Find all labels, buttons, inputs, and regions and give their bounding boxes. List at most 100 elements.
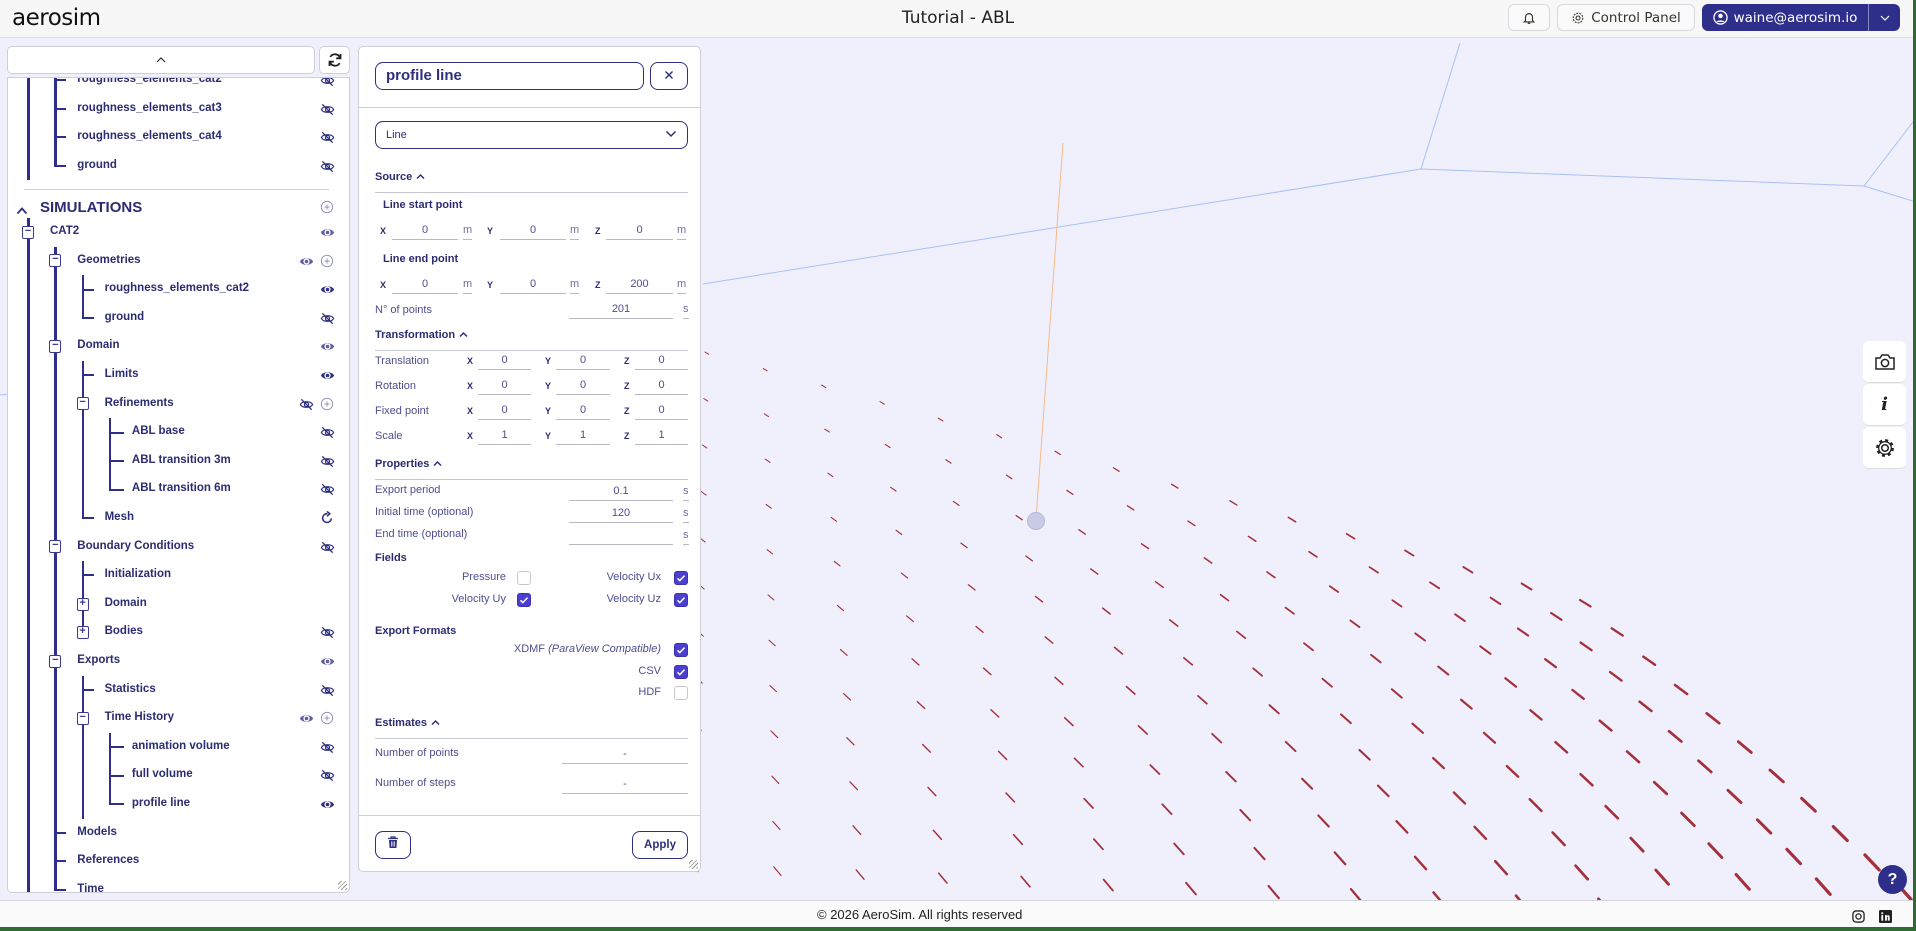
coordinate-input[interactable]: 0: [606, 222, 673, 240]
section-transformation[interactable]: Transformation: [375, 329, 468, 341]
resize-handle[interactable]: [689, 860, 698, 869]
viewport-settings-button[interactable]: [1863, 427, 1906, 469]
user-button[interactable]: waine@aerosim.io: [1702, 4, 1869, 31]
section-properties[interactable]: Properties: [375, 458, 442, 470]
eye-off-icon[interactable]: [320, 311, 335, 326]
tree-item[interactable]: References: [8, 847, 349, 876]
coordinate-input[interactable]: 0: [392, 222, 458, 240]
control-panel-button[interactable]: Control Panel: [1557, 4, 1695, 31]
eye-off-icon[interactable]: [320, 540, 335, 555]
transform-input[interactable]: 0: [635, 402, 688, 420]
eye-off-icon[interactable]: [320, 102, 335, 117]
tree-item[interactable]: roughness_elements_cat4: [8, 123, 349, 152]
eye-off-icon[interactable]: [320, 482, 335, 497]
help-button[interactable]: ?: [1878, 865, 1907, 894]
field-checkbox[interactable]: [674, 571, 688, 585]
field-checkbox[interactable]: [517, 593, 531, 607]
eye-off-icon[interactable]: [320, 425, 335, 440]
notifications-button[interactable]: [1508, 4, 1550, 31]
eye-icon[interactable]: [320, 225, 335, 240]
eye-off-icon[interactable]: [320, 454, 335, 469]
transform-input[interactable]: 0: [635, 377, 688, 395]
section-header-simulations[interactable]: SIMULATIONS: [8, 180, 349, 218]
collapse-toggle[interactable]: −: [76, 711, 89, 725]
collapse-toggle[interactable]: −: [22, 225, 34, 239]
eye-off-icon[interactable]: [320, 768, 335, 783]
eye-off-icon[interactable]: [320, 683, 335, 698]
add-circle-icon[interactable]: [320, 200, 335, 215]
tree-item[interactable]: Models: [8, 818, 349, 848]
transform-input[interactable]: 0: [478, 352, 531, 370]
export-format-checkbox[interactable]: [674, 643, 688, 657]
collapse-toggle[interactable]: −: [49, 254, 62, 268]
transform-input[interactable]: 1: [556, 427, 610, 445]
tree-item[interactable]: roughness_elements_cat2: [8, 275, 349, 304]
collapse-toggle[interactable]: −: [49, 654, 62, 668]
n-points-input[interactable]: 201: [569, 301, 673, 319]
eye-icon[interactable]: [320, 797, 335, 812]
tree-item[interactable]: roughness_elements_cat2: [8, 78, 349, 95]
eye-icon[interactable]: [299, 711, 314, 726]
tree-item[interactable]: − CAT2: [8, 218, 349, 247]
refresh-icon[interactable]: [320, 510, 335, 526]
delete-button[interactable]: [375, 831, 411, 859]
tree-item[interactable]: Limits: [8, 361, 349, 390]
property-input[interactable]: 0.1: [569, 483, 673, 501]
eye-off-icon[interactable]: [320, 740, 335, 755]
section-estimates[interactable]: Estimates: [375, 717, 440, 729]
apply-button[interactable]: Apply: [632, 831, 688, 859]
refresh-tree-button[interactable]: [319, 46, 350, 74]
eye-off-icon[interactable]: [320, 625, 335, 640]
resize-handle[interactable]: [338, 881, 347, 890]
tree-item[interactable]: − Boundary Conditions: [8, 532, 349, 562]
eye-off-icon[interactable]: [320, 130, 335, 145]
tree-item[interactable]: Mesh: [8, 504, 349, 533]
section-source[interactable]: Source: [375, 171, 425, 183]
tree-item[interactable]: Statistics: [8, 675, 349, 705]
field-checkbox[interactable]: [517, 571, 531, 585]
linkedin-icon[interactable]: [1879, 910, 1892, 923]
add-circle-icon[interactable]: [320, 711, 335, 726]
tree-item[interactable]: Time: [8, 875, 349, 892]
tree-item[interactable]: − Exports: [8, 646, 349, 676]
transform-input[interactable]: 0: [556, 402, 610, 420]
tree-item[interactable]: ABL base: [8, 418, 349, 447]
name-input[interactable]: profile line: [375, 62, 644, 90]
field-checkbox[interactable]: [674, 593, 688, 607]
screenshot-button[interactable]: [1863, 341, 1906, 383]
transform-input[interactable]: 1: [478, 427, 531, 445]
tree-item[interactable]: full volume: [8, 761, 349, 790]
expand-toggle[interactable]: +: [76, 626, 89, 640]
transform-input[interactable]: 1: [635, 427, 688, 445]
transform-input[interactable]: 0: [478, 377, 531, 395]
coordinate-input[interactable]: 0: [392, 276, 458, 294]
tree-item[interactable]: + Domain: [8, 589, 349, 619]
tree-item[interactable]: ground: [8, 303, 349, 333]
instagram-icon[interactable]: [1852, 910, 1865, 923]
eye-icon[interactable]: [320, 339, 335, 354]
collapse-toggle[interactable]: −: [76, 397, 89, 411]
tree-item[interactable]: animation volume: [8, 732, 349, 762]
type-select[interactable]: Line: [375, 121, 688, 149]
tree-item[interactable]: − Time History: [8, 704, 349, 733]
coordinate-input[interactable]: 0: [500, 276, 566, 294]
property-input[interactable]: [569, 527, 673, 545]
tree-item[interactable]: + Bodies: [8, 618, 349, 647]
tree-item[interactable]: − Geometries: [8, 246, 349, 276]
eye-icon[interactable]: [320, 654, 335, 669]
tree-collapse-button[interactable]: [7, 46, 315, 74]
user-menu[interactable]: waine@aerosim.io: [1702, 4, 1900, 31]
coordinate-input[interactable]: 200: [606, 276, 673, 294]
add-circle-icon[interactable]: [320, 254, 335, 269]
collapse-toggle[interactable]: −: [49, 340, 62, 354]
export-format-checkbox[interactable]: [674, 665, 688, 679]
tree-item[interactable]: roughness_elements_cat3: [8, 94, 349, 124]
transform-input[interactable]: 0: [556, 352, 610, 370]
eye-off-icon[interactable]: [299, 397, 314, 412]
collapse-toggle[interactable]: −: [49, 540, 62, 554]
transform-input[interactable]: 0: [556, 377, 610, 395]
project-tree[interactable]: roughness_elements_cat2 roughness_element…: [7, 77, 350, 893]
tree-item[interactable]: ground: [8, 151, 349, 181]
transform-input[interactable]: 0: [478, 402, 531, 420]
eye-icon[interactable]: [320, 282, 335, 297]
